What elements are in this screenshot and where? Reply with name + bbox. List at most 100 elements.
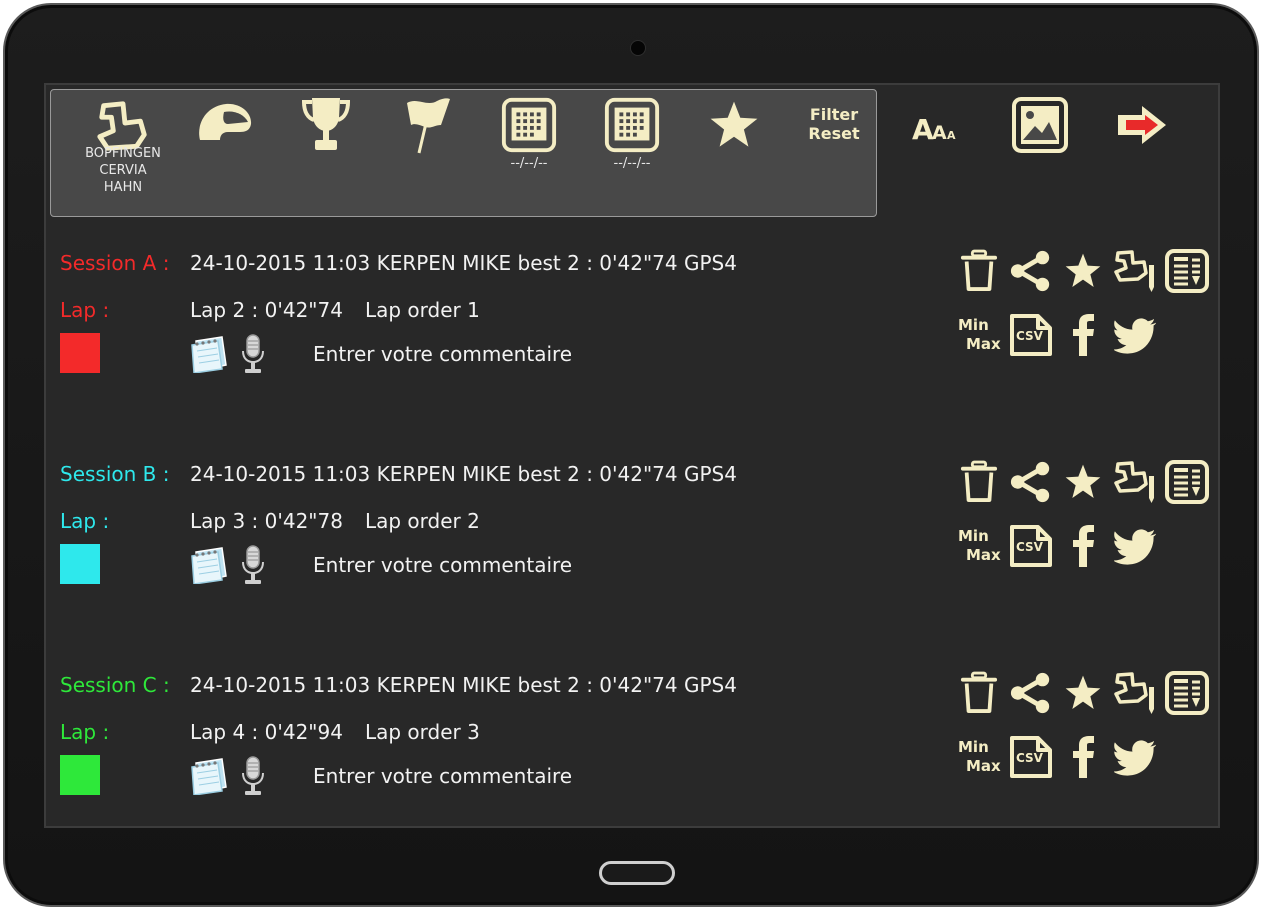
twitter-icon[interactable] bbox=[1114, 528, 1158, 566]
report-icon[interactable] bbox=[1164, 248, 1210, 294]
session-title: Session A : bbox=[60, 251, 170, 275]
trophy-filter-button[interactable] bbox=[286, 95, 366, 155]
flag-icon bbox=[407, 98, 450, 154]
star-icon[interactable] bbox=[1062, 673, 1104, 713]
svg-text:A: A bbox=[947, 129, 956, 142]
max-label: Max bbox=[966, 335, 1001, 353]
app-screen: BOPFINGEN CERVIA HAHN --/--/-- --/--/-- bbox=[44, 83, 1220, 828]
min-label: Min bbox=[958, 316, 989, 334]
share-icon[interactable] bbox=[1008, 671, 1054, 715]
facebook-icon[interactable] bbox=[1068, 312, 1098, 358]
favorites-filter-button[interactable] bbox=[694, 95, 774, 155]
trash-icon[interactable] bbox=[960, 671, 998, 715]
session-row: Session C : 24-10-2015 11:03 KERPEN MIKE … bbox=[46, 655, 1222, 855]
session-info: 24-10-2015 11:03 KERPEN MIKE best 2 : 0'… bbox=[190, 251, 737, 275]
minmax-button[interactable]: Min Max bbox=[958, 316, 1002, 356]
lap-time: Lap 3 : 0'42"78 bbox=[190, 509, 343, 533]
notepad-icon[interactable] bbox=[188, 757, 228, 795]
driver-filter-button[interactable] bbox=[185, 95, 265, 155]
session-title: Session C : bbox=[60, 673, 170, 697]
lap-label: Lap : bbox=[60, 509, 110, 533]
lap-time: Lap 4 : 0'42"94 bbox=[190, 720, 343, 744]
facebook-icon[interactable] bbox=[1068, 734, 1098, 780]
microphone-icon[interactable] bbox=[238, 544, 268, 586]
filter-reset-button[interactable]: Filter Reset bbox=[804, 105, 864, 143]
report-icon[interactable] bbox=[1164, 459, 1210, 505]
filter-label: Filter bbox=[809, 105, 859, 124]
session-color-swatch[interactable] bbox=[60, 544, 100, 584]
exit-arrow-icon bbox=[1118, 106, 1166, 144]
image-button[interactable] bbox=[1000, 95, 1080, 155]
session-row: Session A : 24-10-2015 11:03 KERPEN MIKE … bbox=[46, 233, 1222, 433]
csv-label: CSV bbox=[1016, 751, 1043, 765]
trash-icon[interactable] bbox=[960, 249, 998, 293]
camera bbox=[630, 40, 646, 56]
track-edit-icon[interactable] bbox=[1112, 247, 1158, 293]
home-button[interactable] bbox=[599, 861, 675, 885]
session-title: Session B : bbox=[60, 462, 170, 486]
lap-label: Lap : bbox=[60, 720, 110, 744]
share-icon[interactable] bbox=[1008, 460, 1054, 504]
font-size-button[interactable]: A A A bbox=[898, 95, 978, 155]
csv-label: CSV bbox=[1016, 329, 1043, 343]
session-info: 24-10-2015 11:03 KERPEN MIKE best 2 : 0'… bbox=[190, 673, 737, 697]
lap-info: Lap 4 : 0'42"94 Lap order 3 bbox=[190, 720, 480, 744]
track-edit-icon[interactable] bbox=[1112, 669, 1158, 715]
lap-info: Lap 3 : 0'42"78 Lap order 2 bbox=[190, 509, 480, 533]
microphone-icon[interactable] bbox=[238, 333, 268, 375]
exit-button[interactable] bbox=[1102, 95, 1182, 155]
microphone-icon[interactable] bbox=[238, 755, 268, 797]
max-label: Max bbox=[966, 546, 1001, 564]
session-row: Session B : 24-10-2015 11:03 KERPEN MIKE … bbox=[46, 444, 1222, 644]
date-from-button[interactable] bbox=[489, 95, 569, 155]
facebook-icon[interactable] bbox=[1068, 523, 1098, 569]
comment-field[interactable]: Entrer votre commentaire bbox=[313, 553, 572, 577]
calendar-icon bbox=[500, 96, 558, 154]
lap-info: Lap 2 : 0'42"74 Lap order 1 bbox=[190, 298, 480, 322]
image-icon bbox=[1012, 97, 1068, 153]
comment-field[interactable]: Entrer votre commentaire bbox=[313, 342, 572, 366]
csv-button[interactable]: CSV bbox=[1008, 312, 1054, 358]
track-name: BOPFINGEN bbox=[85, 146, 161, 161]
track-name: HAHN bbox=[103, 180, 143, 195]
lap-order: Lap order 3 bbox=[364, 720, 480, 744]
lap-label: Lap : bbox=[60, 298, 110, 322]
comment-field[interactable]: Entrer votre commentaire bbox=[313, 764, 572, 788]
reset-label: Reset bbox=[808, 124, 860, 143]
session-color-swatch[interactable] bbox=[60, 755, 100, 795]
notepad-icon[interactable] bbox=[188, 546, 228, 584]
lap-order: Lap order 1 bbox=[364, 298, 480, 322]
trash-icon[interactable] bbox=[960, 460, 998, 504]
flag-filter-button[interactable] bbox=[387, 95, 467, 155]
csv-button[interactable]: CSV bbox=[1008, 523, 1054, 569]
track-filter-list: BOPFINGEN CERVIA HAHN bbox=[63, 145, 183, 196]
date-to-value: --/--/-- bbox=[613, 156, 651, 171]
lap-time: Lap 2 : 0'42"74 bbox=[190, 298, 343, 322]
min-label: Min bbox=[958, 527, 989, 545]
track-edit-icon[interactable] bbox=[1112, 458, 1158, 504]
session-color-swatch[interactable] bbox=[60, 333, 100, 373]
max-label: Max bbox=[966, 757, 1001, 775]
twitter-icon[interactable] bbox=[1114, 739, 1158, 777]
svg-text:A: A bbox=[912, 113, 934, 145]
twitter-icon[interactable] bbox=[1114, 317, 1158, 355]
date-from-value: --/--/-- bbox=[510, 156, 548, 171]
minmax-button[interactable]: Min Max bbox=[958, 527, 1002, 567]
notepad-icon[interactable] bbox=[188, 335, 228, 373]
calendar-icon bbox=[603, 96, 661, 154]
minmax-button[interactable]: Min Max bbox=[958, 738, 1002, 778]
svg-text:A: A bbox=[932, 122, 947, 144]
csv-label: CSV bbox=[1016, 540, 1043, 554]
track-name: CERVIA bbox=[99, 163, 147, 178]
helmet-icon bbox=[199, 103, 252, 140]
star-icon[interactable] bbox=[1062, 462, 1104, 502]
lap-order: Lap order 2 bbox=[364, 509, 480, 533]
date-to-button[interactable] bbox=[592, 95, 672, 155]
min-label: Min bbox=[958, 738, 989, 756]
font-size-icon: A A A bbox=[912, 113, 956, 145]
report-icon[interactable] bbox=[1164, 670, 1210, 716]
session-info: 24-10-2015 11:03 KERPEN MIKE best 2 : 0'… bbox=[190, 462, 737, 486]
csv-button[interactable]: CSV bbox=[1008, 734, 1054, 780]
share-icon[interactable] bbox=[1008, 249, 1054, 293]
star-icon[interactable] bbox=[1062, 251, 1104, 291]
